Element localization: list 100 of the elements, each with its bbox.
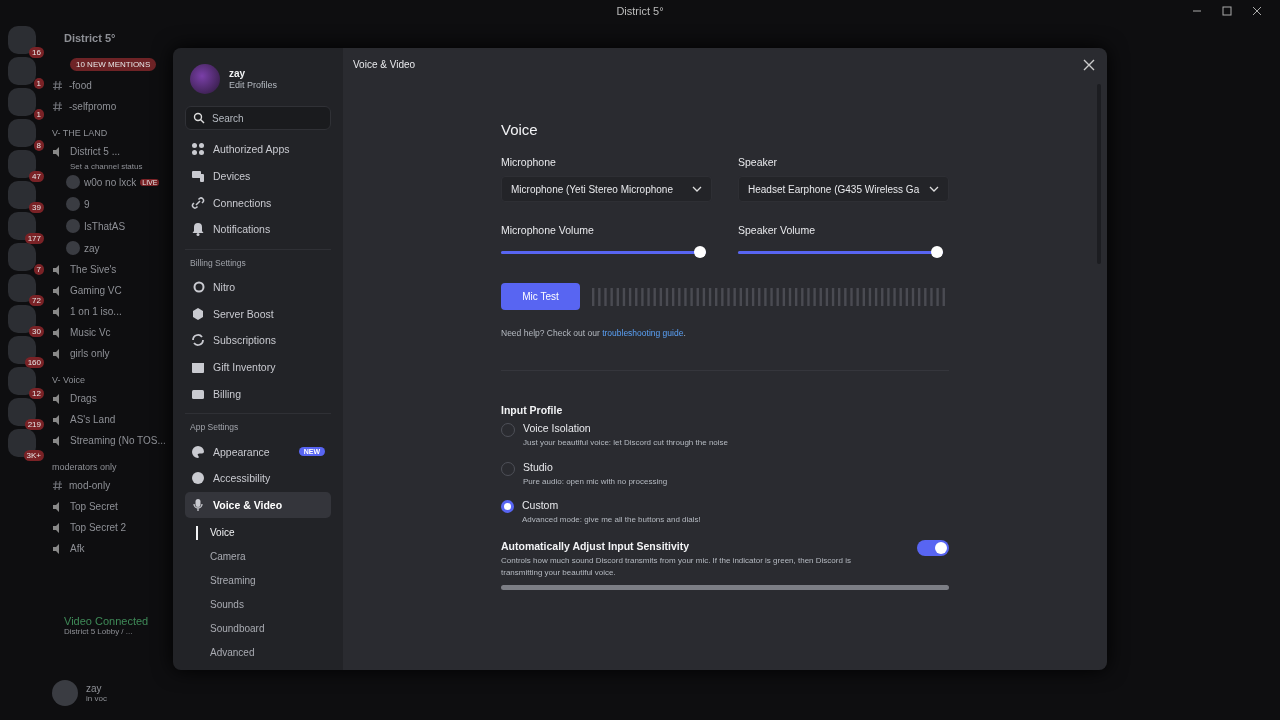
unread-badge: 1 bbox=[33, 78, 44, 89]
settings-nav-item[interactable]: Accessibility bbox=[185, 464, 331, 492]
window-title: District 5° bbox=[616, 5, 664, 17]
unread-badge: 47 bbox=[29, 171, 44, 182]
settings-subnav-item[interactable]: Soundboard bbox=[196, 617, 265, 642]
maximize-icon[interactable] bbox=[1222, 6, 1232, 16]
unread-badge: 7 bbox=[33, 264, 44, 275]
edit-profiles-link[interactable]: Edit Profiles bbox=[229, 80, 278, 90]
settings-nav-item[interactable]: Subscriptions bbox=[185, 327, 331, 354]
channel-name[interactable]: Afk bbox=[70, 543, 85, 554]
device-dropdown[interactable]: Headset Earphone (G435 Wireless Ga bbox=[738, 176, 949, 202]
microphone-icon bbox=[191, 497, 205, 512]
channel-name[interactable]: The Sive's bbox=[70, 264, 117, 275]
section-header: Billing Settings bbox=[189, 257, 247, 270]
channel-name[interactable]: AS's Land bbox=[70, 414, 116, 425]
channel-status: Set a channel status bbox=[69, 162, 144, 171]
channel-name[interactable]: girls only bbox=[70, 348, 110, 359]
user-name[interactable]: 9 bbox=[84, 198, 90, 210]
channel-name[interactable]: mod-only bbox=[69, 480, 111, 491]
palette-icon bbox=[191, 444, 205, 459]
refresh-icon bbox=[191, 333, 205, 348]
channel-name[interactable]: -selfpromo bbox=[69, 101, 117, 112]
hash-icon bbox=[52, 80, 63, 91]
mentions-pill[interactable]: 10 NEW MENTIONS bbox=[70, 58, 157, 71]
settings-nav-item[interactable]: Gift Inventory bbox=[185, 353, 331, 381]
settings-nav-item[interactable]: Server Boost bbox=[185, 300, 331, 328]
channel-name[interactable]: Top Secret bbox=[70, 501, 118, 512]
unread-badge: 16 bbox=[29, 47, 44, 58]
field-label: Microphone bbox=[501, 156, 557, 168]
settings-nav-item[interactable]: Connections bbox=[185, 189, 331, 217]
hash-icon bbox=[52, 480, 63, 491]
mic-test-button[interactable]: Mic Test bbox=[501, 283, 580, 310]
field-label: Microphone Volume bbox=[501, 224, 595, 236]
settings-subnav-item[interactable]: Camera bbox=[196, 545, 246, 570]
category-label[interactable]: V- THE LAND bbox=[52, 128, 108, 138]
category-label[interactable]: moderators only bbox=[52, 462, 117, 472]
unread-badge: 3K+ bbox=[23, 450, 44, 461]
link-icon bbox=[191, 195, 205, 210]
user-avatar bbox=[66, 219, 80, 233]
unread-badge: 8 bbox=[33, 140, 44, 151]
settings-subnav-item[interactable]: Advanced bbox=[196, 641, 255, 666]
dialog-title: Voice & Video bbox=[353, 59, 416, 71]
option-description: Just your beautiful voice: let Discord cut through the noise bbox=[523, 438, 728, 447]
setting-label: Automatically Adjust Input Sensitivity bbox=[501, 539, 691, 552]
settings-nav-item[interactable]: Authorized Apps bbox=[185, 136, 331, 163]
bell-icon bbox=[191, 222, 205, 237]
unread-badge: 39 bbox=[29, 202, 44, 213]
connection-status: Video Connected bbox=[64, 615, 150, 627]
devices-icon bbox=[191, 169, 205, 184]
user-avatar bbox=[66, 241, 80, 255]
settings-subnav-item[interactable]: Streaming bbox=[196, 569, 256, 594]
setting-description: Controls how much sound Discord transmits from your mic. If the indicator is green, then Discord is transmitting your beautiful voice. bbox=[501, 554, 852, 579]
option-description: Advanced mode: give me all the buttons and dials! bbox=[522, 515, 701, 524]
channel-name[interactable]: -food bbox=[69, 80, 92, 91]
channel-name[interactable]: Gaming VC bbox=[70, 285, 122, 296]
unread-badge: 12 bbox=[29, 388, 44, 399]
settings-nav-item[interactable]: Notifications bbox=[185, 216, 331, 243]
settings-nav-item[interactable]: Nitro bbox=[185, 273, 331, 301]
channel-name[interactable]: 1 on 1 iso... bbox=[70, 306, 122, 317]
unread-badge: 72 bbox=[29, 295, 44, 306]
search-icon bbox=[193, 112, 205, 124]
channel-name[interactable]: District 5 ... bbox=[70, 146, 120, 157]
volume-slider[interactable] bbox=[738, 246, 943, 258]
settings-subnav-item[interactable]: Sounds bbox=[196, 593, 244, 618]
device-dropdown[interactable]: Microphone (Yeti Stereo Microphone bbox=[501, 176, 712, 202]
settings-nav-item[interactable]: Voice & Video bbox=[185, 491, 331, 519]
channel-name[interactable]: Music Vc bbox=[70, 327, 111, 338]
grid-icon bbox=[191, 142, 205, 157]
user-name[interactable]: IsThatAS bbox=[84, 220, 126, 232]
user-avatar bbox=[66, 197, 80, 211]
user-status: in voc bbox=[86, 694, 107, 703]
hash-icon bbox=[52, 101, 63, 112]
unread-badge: 160 bbox=[24, 357, 44, 368]
field-label: Speaker bbox=[738, 156, 779, 168]
settings-nav-item[interactable]: Devices bbox=[185, 162, 331, 190]
option-label: Custom bbox=[522, 499, 560, 511]
chevron-icon bbox=[929, 186, 939, 192]
chevron-icon bbox=[692, 186, 702, 192]
section-heading: Voice bbox=[501, 121, 539, 138]
category-label[interactable]: V- Voice bbox=[52, 375, 86, 385]
search-field[interactable]: Search bbox=[185, 106, 331, 130]
channel-name[interactable]: Top Secret 2 bbox=[70, 522, 127, 533]
option-description: Pure audio: open mic with no processing bbox=[523, 476, 668, 486]
help-text: Need help? Check out our troubleshooting guide. bbox=[501, 328, 687, 338]
unread-badge: 177 bbox=[24, 233, 44, 244]
channel-name[interactable]: Drags bbox=[70, 393, 97, 404]
unread-badge: 1 bbox=[33, 109, 44, 120]
server-header[interactable]: District 5° bbox=[52, 22, 179, 54]
profile-name: zay bbox=[229, 68, 247, 79]
user-name[interactable]: w0o no lxck bbox=[84, 176, 137, 188]
radio-button[interactable] bbox=[501, 500, 514, 513]
close-icon[interactable] bbox=[1252, 6, 1262, 16]
close-icon[interactable] bbox=[1083, 59, 1095, 71]
user-avatar bbox=[52, 680, 78, 706]
channel-name[interactable]: Streaming (No TOS... bbox=[70, 435, 166, 446]
toggle-switch[interactable] bbox=[917, 539, 949, 556]
volume-slider[interactable] bbox=[501, 246, 706, 258]
settings-nav-item[interactable]: Billing bbox=[185, 380, 331, 408]
user-name[interactable]: zay bbox=[84, 242, 100, 254]
settings-subnav-item[interactable]: Voice bbox=[196, 526, 235, 541]
